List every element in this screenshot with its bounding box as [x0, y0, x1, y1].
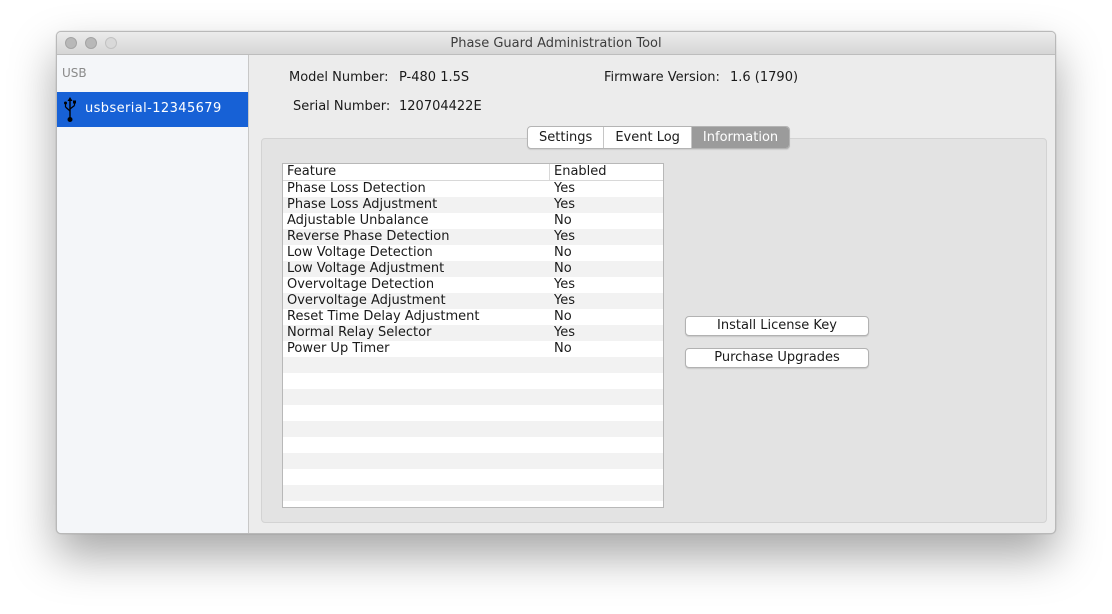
- enabled-cell: No: [554, 213, 572, 228]
- features-table[interactable]: Feature Enabled Phase Loss Detection Yes …: [282, 163, 664, 508]
- feature-cell: Reset Time Delay Adjustment: [287, 309, 480, 324]
- feature-cell: Phase Loss Adjustment: [287, 197, 438, 212]
- tab-bar: Settings Event Log Information: [527, 126, 791, 149]
- table-row[interactable]: Phase Loss Detection Yes: [283, 181, 663, 197]
- firmware-version-label: Firmware Version:: [604, 70, 720, 85]
- feature-cell: Reverse Phase Detection: [287, 229, 450, 244]
- feature-cell: Overvoltage Adjustment: [287, 293, 446, 308]
- model-number-label: Model Number:: [289, 70, 389, 85]
- install-license-key-button[interactable]: Install License Key: [685, 316, 869, 336]
- table-row[interactable]: Overvoltage Detection Yes: [283, 277, 663, 293]
- serial-number-value: 120704422E: [399, 99, 482, 114]
- feature-cell: Low Voltage Adjustment: [287, 261, 445, 276]
- table-body: Phase Loss Detection Yes Phase Loss Adjus…: [283, 181, 663, 507]
- table-row[interactable]: Reset Time Delay Adjustment No: [283, 309, 663, 325]
- enabled-cell: No: [554, 261, 572, 276]
- enabled-cell: No: [554, 245, 572, 260]
- table-row[interactable]: Adjustable Unbalance No: [283, 213, 663, 229]
- table-row-empty: [283, 437, 663, 453]
- sidebar-group-label: USB: [62, 66, 87, 80]
- column-divider: [549, 164, 550, 180]
- tab-settings[interactable]: Settings: [528, 127, 605, 148]
- device-label: usbserial-12345679: [85, 101, 222, 116]
- enabled-cell: No: [554, 341, 572, 356]
- enabled-cell: No: [554, 309, 572, 324]
- firmware-version-value: 1.6 (1790): [730, 70, 799, 85]
- enabled-cell: Yes: [554, 181, 575, 196]
- feature-cell: Overvoltage Detection: [287, 277, 435, 292]
- sidebar-item-device[interactable]: usbserial-12345679: [57, 92, 248, 127]
- table-row-empty: [283, 485, 663, 501]
- tab-event-log[interactable]: Event Log: [604, 127, 692, 148]
- tab-information[interactable]: Information: [691, 127, 790, 148]
- feature-cell: Phase Loss Detection: [287, 181, 426, 196]
- title-bar[interactable]: Phase Guard Administration Tool: [57, 32, 1055, 55]
- feature-cell: Normal Relay Selector: [287, 325, 432, 340]
- window-title: Phase Guard Administration Tool: [450, 36, 662, 51]
- table-row-empty: [283, 405, 663, 421]
- table-row[interactable]: Normal Relay Selector Yes: [283, 325, 663, 341]
- feature-cell: Power Up Timer: [287, 341, 390, 356]
- enabled-cell: Yes: [554, 293, 575, 308]
- feature-cell: Low Voltage Detection: [287, 245, 433, 260]
- enabled-cell: Yes: [554, 325, 575, 340]
- table-row-empty: [283, 453, 663, 469]
- model-number-value: P-480 1.5S: [399, 70, 470, 85]
- table-row[interactable]: Overvoltage Adjustment Yes: [283, 293, 663, 309]
- table-header: Feature Enabled: [283, 164, 663, 181]
- column-header-feature[interactable]: Feature: [287, 164, 336, 180]
- table-row-empty: [283, 501, 663, 507]
- table-row[interactable]: Phase Loss Adjustment Yes: [283, 197, 663, 213]
- enabled-cell: Yes: [554, 197, 575, 212]
- enabled-cell: Yes: [554, 229, 575, 244]
- table-row-empty: [283, 389, 663, 405]
- table-row[interactable]: Power Up Timer No: [283, 341, 663, 357]
- table-row-empty: [283, 421, 663, 437]
- table-row-empty: [283, 357, 663, 373]
- column-header-enabled[interactable]: Enabled: [554, 164, 607, 180]
- feature-cell: Adjustable Unbalance: [287, 213, 429, 228]
- table-row-empty: [283, 469, 663, 485]
- table-row[interactable]: Low Voltage Detection No: [283, 245, 663, 261]
- table-row[interactable]: Reverse Phase Detection Yes: [283, 229, 663, 245]
- usb-icon: [64, 97, 76, 122]
- purchase-upgrades-button[interactable]: Purchase Upgrades: [685, 348, 869, 368]
- enabled-cell: Yes: [554, 277, 575, 292]
- table-row-empty: [283, 373, 663, 389]
- table-row[interactable]: Low Voltage Adjustment No: [283, 261, 663, 277]
- app-window: Phase Guard Administration Tool USB usbs…: [56, 31, 1056, 534]
- serial-number-label: Serial Number:: [293, 99, 391, 114]
- sidebar: USB usbserial-12345679: [57, 55, 249, 533]
